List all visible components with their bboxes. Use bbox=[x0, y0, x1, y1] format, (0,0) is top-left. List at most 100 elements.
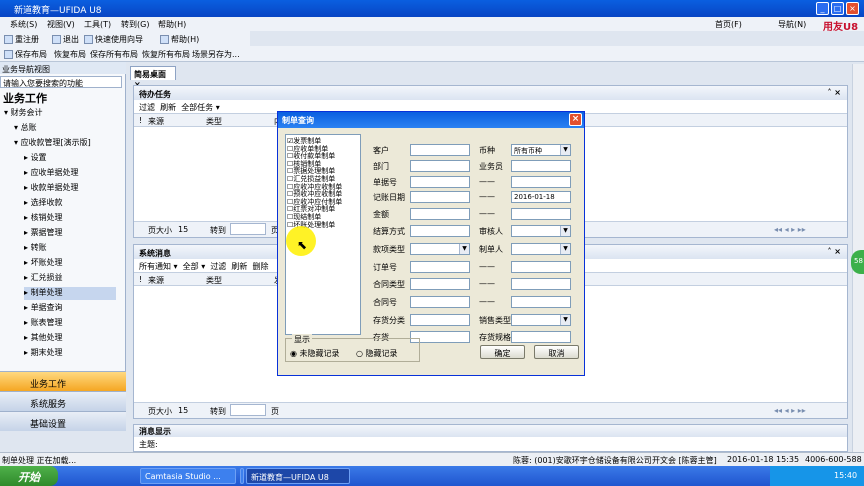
messages-refresh-button[interactable]: 刷新 bbox=[231, 262, 247, 271]
exit-button[interactable]: 退出 bbox=[52, 34, 79, 45]
radio-hidden[interactable]: ○ 隐藏记录 bbox=[356, 348, 398, 359]
field-input-right[interactable] bbox=[511, 261, 571, 273]
reregister-button[interactable]: 重注册 bbox=[4, 34, 39, 45]
field-input-right[interactable]: 2016-01-18 bbox=[511, 191, 571, 203]
menu-view[interactable]: 视图(V) bbox=[47, 19, 75, 30]
field-input-right[interactable]: ▼ bbox=[511, 314, 571, 326]
field-input-right[interactable] bbox=[511, 160, 571, 172]
all-notices-dropdown[interactable]: 所有通知 ▾ bbox=[139, 262, 178, 271]
ok-button[interactable]: 确定 bbox=[480, 345, 525, 359]
tree-item[interactable]: ▸ 期末处理 bbox=[24, 347, 116, 360]
taskbar-u8[interactable]: 新道教育—UFIDA U8 bbox=[246, 468, 350, 484]
menu-help[interactable]: 帮助(H) bbox=[158, 19, 186, 30]
messages-filter-button[interactable]: 过滤 bbox=[210, 262, 226, 271]
tree-item[interactable]: ▸ 汇兑损益 bbox=[24, 272, 116, 285]
field-label-right: 存货规格 bbox=[479, 333, 511, 342]
field-input-right[interactable] bbox=[511, 331, 571, 343]
home-button[interactable]: 首页(F) bbox=[715, 19, 742, 30]
radio-unhidden[interactable]: ◉ 未隐藏记录 bbox=[290, 348, 340, 359]
menu-system[interactable]: 系统(S) bbox=[10, 19, 37, 30]
tree-item[interactable]: ▸ 坏账处理 bbox=[24, 257, 116, 270]
maximize-button[interactable]: □ bbox=[831, 2, 844, 15]
help-button[interactable]: 帮助(H) bbox=[160, 34, 199, 45]
dropdown-arrow-icon[interactable]: ▼ bbox=[459, 244, 469, 254]
tree-item[interactable]: ▸ 收款单据处理 bbox=[24, 182, 116, 195]
field-input[interactable] bbox=[410, 191, 470, 203]
pager-nav-icons[interactable]: ◂◂ ◂ ▸ ▸▸ bbox=[774, 225, 806, 234]
field-input-right[interactable] bbox=[511, 176, 571, 188]
cancel-button[interactable]: 取消 bbox=[534, 345, 579, 359]
function-search-input[interactable]: 请输入您要搜索的功能 bbox=[0, 76, 122, 88]
field-input-right[interactable]: 所有币种 ▼ bbox=[511, 144, 571, 156]
taskbar-camtasia[interactable]: Camtasia Studio ... bbox=[140, 468, 236, 484]
tree-item[interactable]: ▾ 总账 bbox=[14, 122, 116, 135]
nav-basic-settings[interactable]: 基础设置 bbox=[0, 411, 126, 431]
field-input[interactable] bbox=[410, 296, 470, 308]
field-input[interactable] bbox=[410, 176, 470, 188]
messages-pager-nav-icons[interactable]: ◂◂ ◂ ▸ ▸▸ bbox=[774, 406, 806, 415]
tree-item[interactable]: ▸ 制单处理 bbox=[24, 287, 116, 300]
side-float-widget[interactable]: 58 bbox=[851, 250, 864, 274]
tree-item-label: 收款单据处理 bbox=[30, 183, 79, 192]
refresh-button[interactable]: 刷新 bbox=[160, 103, 176, 112]
field-input-right[interactable] bbox=[511, 208, 571, 220]
tree-item-label: 总账 bbox=[20, 123, 37, 132]
goto-page-input[interactable] bbox=[230, 223, 266, 235]
field-input-right[interactable]: ▼ bbox=[511, 225, 571, 237]
menu-tools[interactable]: 工具(T) bbox=[84, 19, 111, 30]
dropdown-arrow-icon[interactable]: ▼ bbox=[560, 145, 570, 155]
tree-item[interactable]: ▸ 票据管理 bbox=[24, 227, 116, 240]
messages-collapse-icon[interactable]: ˄ × bbox=[828, 247, 842, 256]
restore-all-layouts-button[interactable]: 恢复所有布局 bbox=[142, 49, 190, 60]
taskbar-item-blank[interactable] bbox=[240, 468, 244, 484]
messages-delete-button[interactable]: 删除 bbox=[253, 262, 269, 271]
tree-item[interactable]: ▸ 其他处理 bbox=[24, 332, 116, 345]
field-input[interactable] bbox=[410, 225, 470, 237]
restore-layout-button[interactable]: 恢复布局 bbox=[54, 49, 86, 60]
save-scene-as-button[interactable]: 场景另存为... bbox=[192, 49, 240, 60]
dialog-close-button[interactable]: × bbox=[569, 113, 582, 126]
wizard-icon bbox=[84, 35, 93, 44]
tree-item[interactable]: ▾ 应收款管理[演示版] bbox=[14, 137, 116, 150]
nav-system-service[interactable]: 系统服务 bbox=[0, 391, 126, 411]
close-button[interactable]: × bbox=[846, 2, 859, 15]
messages-goto-input[interactable] bbox=[230, 404, 266, 416]
start-button[interactable]: 开始 bbox=[0, 466, 58, 486]
tree-item[interactable]: ▾ 财务会计 bbox=[4, 107, 116, 120]
save-layout-button[interactable]: 保存布局 bbox=[4, 49, 47, 60]
dropdown-arrow-icon[interactable]: ▼ bbox=[560, 244, 570, 254]
dropdown-arrow-icon[interactable]: ▼ bbox=[560, 226, 570, 236]
field-input[interactable]: ▼ bbox=[410, 243, 470, 255]
minimize-button[interactable]: _ bbox=[816, 2, 829, 15]
all-dropdown[interactable]: 全部 ▾ bbox=[183, 262, 206, 271]
field-label-right: 销售类型 bbox=[479, 316, 511, 325]
field-input[interactable] bbox=[410, 261, 470, 273]
field-input[interactable] bbox=[410, 278, 470, 290]
field-input[interactable] bbox=[410, 160, 470, 172]
nav-business-work[interactable]: 业务工作 bbox=[0, 371, 126, 391]
tree-item[interactable]: ▸ 核销处理 bbox=[24, 212, 116, 225]
field-input-right[interactable] bbox=[511, 296, 571, 308]
quick-wizard-button[interactable]: 快速使用向导 bbox=[84, 34, 143, 45]
field-input-right[interactable]: ▼ bbox=[511, 243, 571, 255]
field-input[interactable] bbox=[410, 144, 470, 156]
collapse-icon[interactable]: ˄ × bbox=[828, 88, 842, 97]
field-input[interactable] bbox=[410, 208, 470, 220]
tab-simple-desktop[interactable]: 简易桌面 × bbox=[130, 66, 176, 89]
tree-item[interactable]: ▸ 单据查询 bbox=[24, 302, 116, 315]
tree-item[interactable]: ▸ 设置 bbox=[24, 152, 116, 165]
nav-button[interactable]: 导航(N) bbox=[778, 19, 806, 30]
all-tasks-dropdown[interactable]: 全部任务 ▾ bbox=[181, 103, 220, 112]
tree-item[interactable]: ▸ 选择收款 bbox=[24, 197, 116, 210]
tree-item[interactable]: ▸ 账表管理 bbox=[24, 317, 116, 330]
tree-item[interactable]: ▸ 转账 bbox=[24, 242, 116, 255]
dropdown-arrow-icon[interactable]: ▼ bbox=[560, 315, 570, 325]
status-user: 陈蓉: (001)安歌环宇仓储设备有限公司 bbox=[513, 456, 652, 465]
field-input-right[interactable] bbox=[511, 278, 571, 290]
save-all-layouts-button[interactable]: 保存所有布局 bbox=[90, 49, 138, 60]
tree-item-label: 应收单据处理 bbox=[30, 168, 79, 177]
menu-goto[interactable]: 转到(G) bbox=[121, 19, 149, 30]
filter-button[interactable]: 过滤 bbox=[139, 103, 155, 112]
tree-item[interactable]: ▸ 应收单据处理 bbox=[24, 167, 116, 180]
field-input[interactable] bbox=[410, 314, 470, 326]
